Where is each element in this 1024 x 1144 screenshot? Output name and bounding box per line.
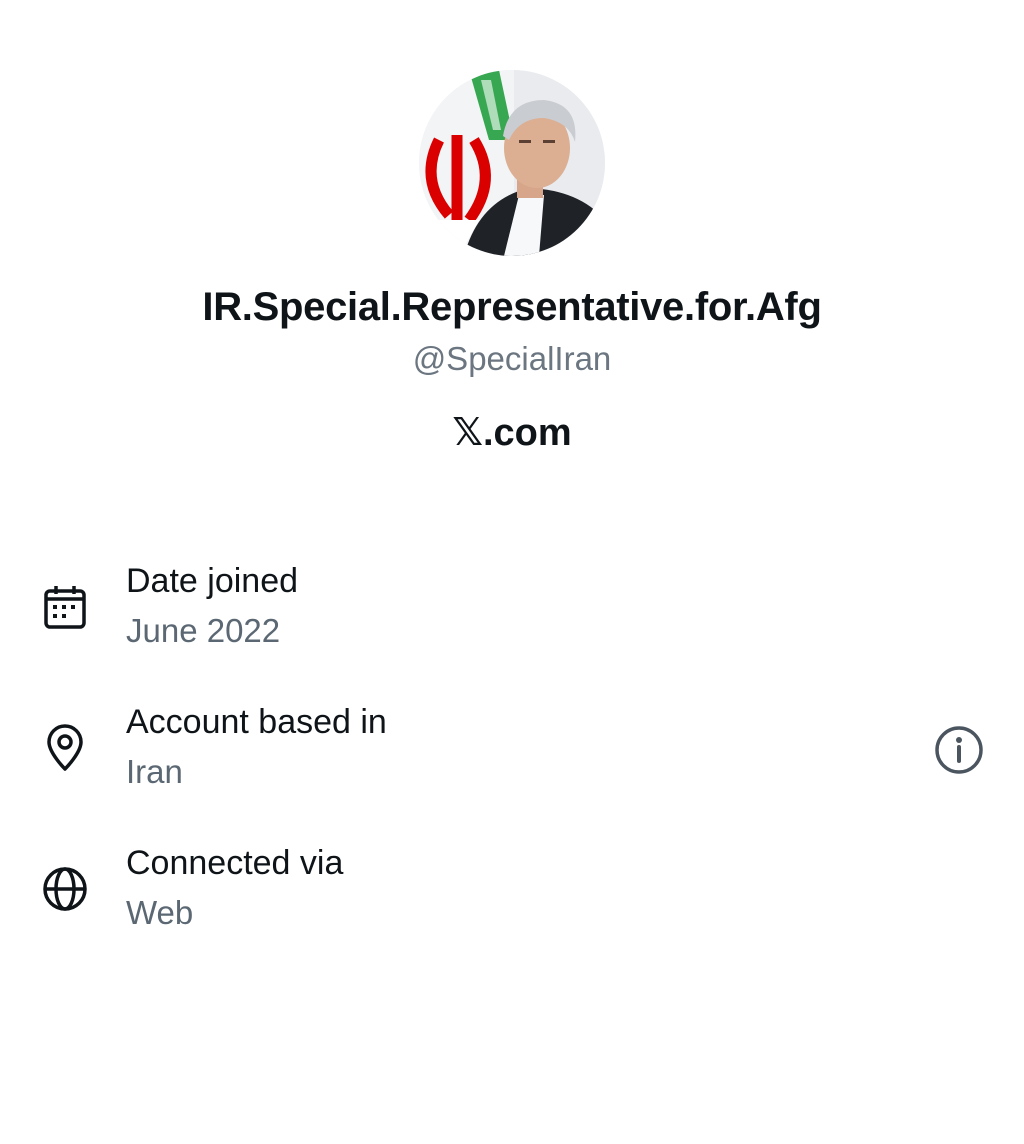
info-row-connected-via: Connected via Web: [0, 844, 1024, 954]
date-joined-label: Date joined: [126, 562, 299, 600]
date-joined-value: June 2022: [126, 612, 281, 649]
username-handle: @SpecialIran: [412, 340, 612, 377]
account-based-in-label: Account based in: [126, 703, 387, 741]
account-based-in-value: Iran: [126, 753, 183, 790]
x-logo-icon: 𝕏: [452, 412, 483, 454]
display-name: IR.Special.Representative.for.Afg: [202, 285, 822, 329]
globe-icon: [40, 864, 90, 914]
location-pin-icon: [40, 723, 90, 773]
avatar-image: [419, 70, 605, 256]
platform-label: 𝕏.com: [0, 410, 1024, 455]
info-row-account-based-in: Account based in Iran: [0, 703, 1024, 813]
info-icon[interactable]: [932, 723, 986, 777]
profile-avatar[interactable]: [419, 70, 605, 256]
platform-domain-text: .com: [482, 412, 572, 454]
info-row-date-joined: Date joined June 2022: [0, 562, 1024, 672]
connected-via-label: Connected via: [126, 844, 344, 882]
calendar-icon: [40, 582, 90, 632]
connected-via-value: Web: [126, 894, 194, 931]
